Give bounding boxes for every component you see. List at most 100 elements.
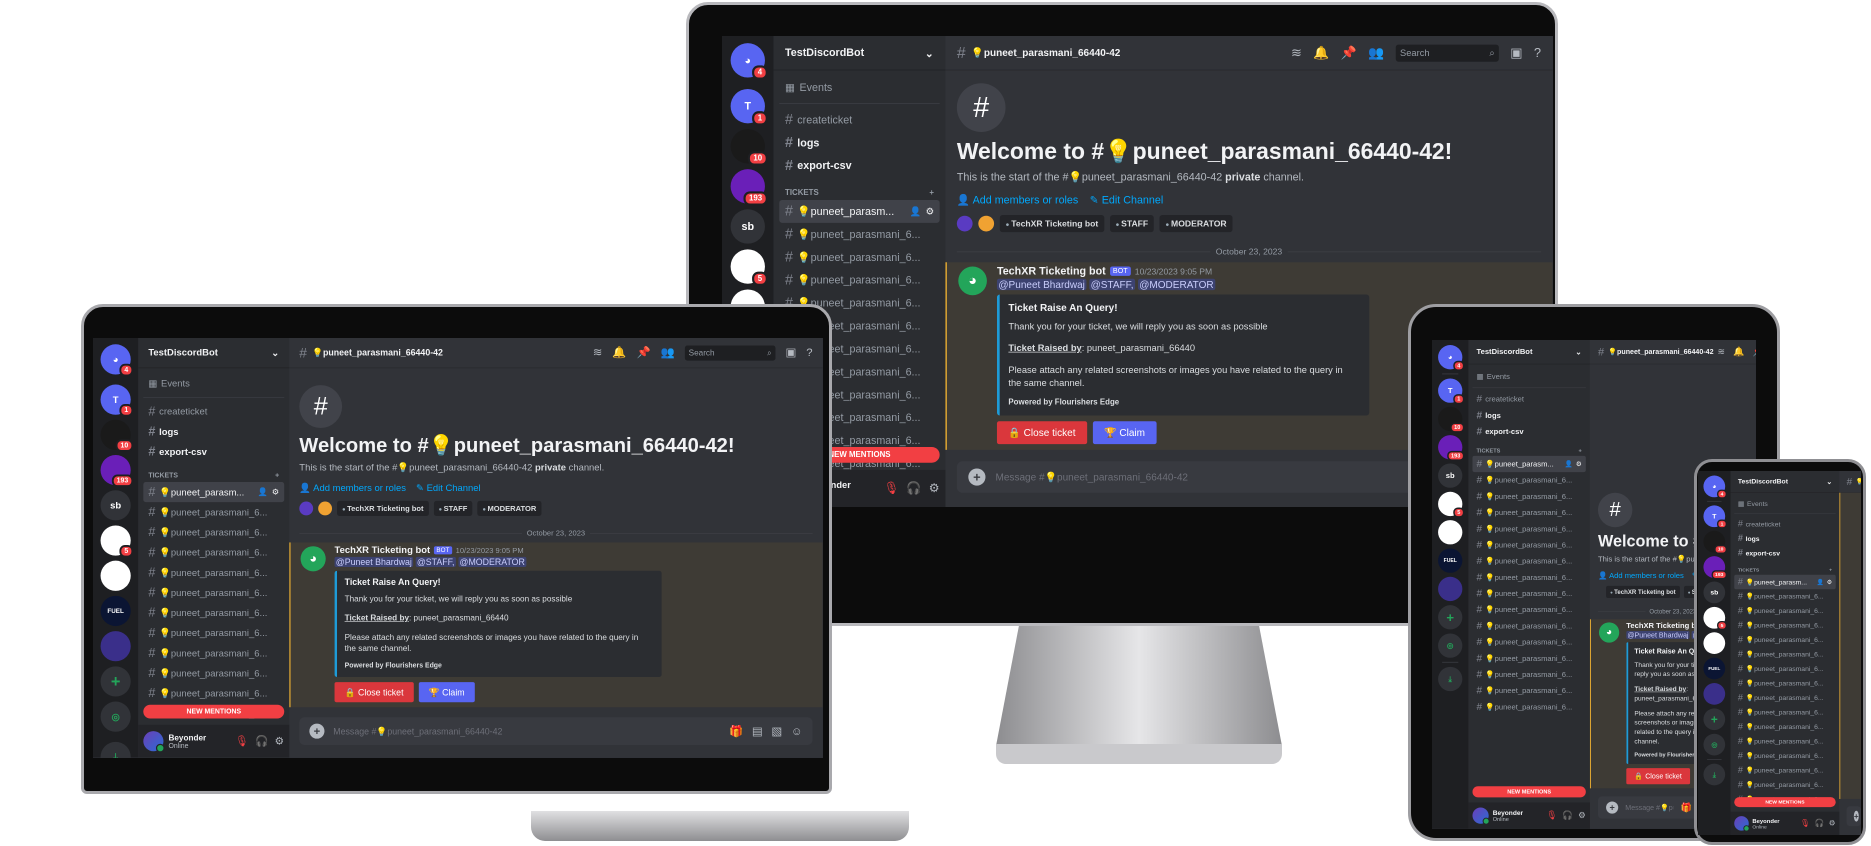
channel-createticket[interactable]: # createticket xyxy=(1472,391,1585,407)
download-icon[interactable]: ⤓ xyxy=(100,741,131,758)
mic-muted-icon[interactable]: 🎙 xyxy=(1546,811,1557,821)
search-input[interactable]: Search ⌕ xyxy=(1395,44,1499,62)
ticket-channel[interactable]: #💡puneet_parasmani_6... xyxy=(1472,521,1585,537)
ticket-channel[interactable]: #💡puneet_parasmani_6... xyxy=(143,623,284,643)
ticket-channel[interactable]: #💡puneet_parasmani_6... xyxy=(1472,650,1585,666)
threads-icon[interactable]: ≋ xyxy=(1718,347,1726,358)
ticket-channel[interactable]: #💡puneet_parasmani_6... xyxy=(1472,666,1585,682)
role-chip[interactable]: TechXR Ticketing bot xyxy=(999,215,1104,233)
bot-avatar[interactable]: ◕ xyxy=(300,546,326,572)
channel-logs[interactable]: # logs xyxy=(1734,531,1835,545)
invite-icon[interactable]: 👤 xyxy=(1817,578,1824,585)
new-mentions-button[interactable]: NEW MENTIONS xyxy=(143,704,285,719)
headphones-icon[interactable]: 🎧 xyxy=(255,735,268,748)
ticket-channel[interactable]: #💡puneet_parasmani_6... xyxy=(1734,662,1835,676)
ticket-channel[interactable]: #💡puneet_parasmani_6... xyxy=(1472,634,1585,650)
claim-button[interactable]: 🏆 Claim xyxy=(418,682,475,703)
ticket-channel[interactable]: #💡puneet_parasmani_6... xyxy=(1472,585,1585,601)
server-icon[interactable] xyxy=(100,631,131,662)
add-server-button[interactable]: + xyxy=(100,666,131,697)
ticket-channel[interactable]: #💡puneet_parasmani_6... xyxy=(1734,720,1835,734)
home-button[interactable]: ◕ 4 xyxy=(1438,345,1465,371)
server-icon[interactable]: T1 xyxy=(1438,378,1465,405)
explore-icon[interactable]: ◎ xyxy=(1703,733,1726,756)
ticket-channel[interactable]: #💡puneet_parasmani_6... xyxy=(779,246,939,269)
plus-icon[interactable]: + xyxy=(929,189,934,198)
explore-icon[interactable]: ◎ xyxy=(1438,633,1463,658)
ticket-channel[interactable]: #💡puneet_parasmani_6... xyxy=(143,563,284,583)
events-item[interactable]: ▦ Events xyxy=(779,76,939,99)
gif-icon[interactable]: ▤ xyxy=(752,725,763,738)
mention[interactable]: @STAFF, xyxy=(415,557,456,568)
ticket-channel[interactable]: #💡puneet_parasmani_6... xyxy=(1734,618,1835,632)
ticket-channel[interactable]: #💡puneet_parasmani_6... xyxy=(1472,472,1585,488)
ticket-channel[interactable]: #💡puneet_parasmani_6... xyxy=(1734,647,1835,661)
help-icon[interactable]: ? xyxy=(806,346,812,359)
ticket-channel[interactable]: #💡puneet_parasmani_6... xyxy=(143,542,284,562)
channel-export-csv[interactable]: # export-csv xyxy=(779,154,939,177)
plus-icon[interactable]: + xyxy=(1579,448,1582,454)
gear-icon[interactable]: ⚙ xyxy=(1576,460,1582,468)
role-chip[interactable]: MODERATOR xyxy=(1159,215,1233,233)
server-icon[interactable] xyxy=(100,560,131,591)
ticket-channel[interactable]: #💡puneet_parasmani_6... xyxy=(1734,734,1835,748)
new-mentions-button[interactable]: NEW MENTIONS xyxy=(1734,797,1836,808)
ticket-channel[interactable]: #💡puneet_parasmani_6... xyxy=(1472,488,1585,504)
close-ticket-button[interactable]: 🔒 Close ticket xyxy=(1626,768,1690,785)
server-icon[interactable]: 5 xyxy=(100,525,134,558)
ticket-channel[interactable]: #💡puneet_parasmani_6... xyxy=(779,223,939,246)
ticket-channel[interactable]: #💡puneet_parasmani_6... xyxy=(1472,537,1585,553)
help-icon[interactable]: ? xyxy=(1534,45,1541,60)
mic-muted-icon[interactable]: 🎙 xyxy=(235,735,249,748)
new-mentions-button[interactable]: NEW MENTIONS xyxy=(1472,786,1586,798)
ticket-channel[interactable]: #💡puneet_parasmani_6... xyxy=(1472,618,1585,634)
ticket-channel[interactable]: # 💡puneet_parasm... 👤 ⚙ xyxy=(1472,455,1586,473)
bell-icon[interactable]: 🔔 xyxy=(1733,347,1744,358)
message-input[interactable]: Message #💡puneet_parasmani_66440-42 xyxy=(1625,803,1673,812)
plus-icon[interactable]: + xyxy=(968,468,986,486)
server-icon[interactable]: FUEL xyxy=(1438,548,1463,573)
server-icon[interactable]: FUEL xyxy=(1703,657,1726,680)
mention[interactable]: @MODERATOR xyxy=(458,557,527,568)
channel-createticket[interactable]: # createticket xyxy=(1734,517,1835,531)
gear-icon[interactable]: ⚙ xyxy=(275,735,285,748)
server-icon[interactable] xyxy=(1438,576,1463,602)
server-icon[interactable]: 5 xyxy=(1703,606,1727,631)
events-item[interactable]: ▦ Events xyxy=(143,373,284,393)
channel-logs[interactable]: # logs xyxy=(143,422,284,442)
server-icon[interactable]: sb xyxy=(1438,463,1463,488)
add-members-button[interactable]: 👤 Add members or roles xyxy=(299,482,406,494)
server-icon[interactable]: 10 xyxy=(100,419,134,452)
bot-avatar[interactable]: ◕ xyxy=(958,266,987,296)
server-icon[interactable]: sb xyxy=(100,490,131,521)
server-icon[interactable]: 5 xyxy=(1438,491,1465,518)
headphones-icon[interactable]: 🎧 xyxy=(906,481,921,495)
close-ticket-button[interactable]: 🔒 Close ticket xyxy=(334,682,414,703)
plus-icon[interactable]: + xyxy=(1829,567,1832,572)
category-tickets[interactable]: TICKETS + xyxy=(779,177,939,200)
inbox-icon[interactable]: ▣ xyxy=(1510,45,1522,60)
server-icon[interactable]: FUEL xyxy=(100,595,131,627)
ticket-channel[interactable]: #💡puneet_parasmani_6... xyxy=(1472,553,1585,569)
ticket-channel[interactable]: #💡puneet_parasmani_6... xyxy=(1734,604,1835,618)
channel-export-csv[interactable]: # export-csv xyxy=(1472,423,1585,439)
gear-icon[interactable]: ⚙ xyxy=(926,206,934,217)
ticket-channel[interactable]: # 💡puneet_parasm... 👤 ⚙ xyxy=(1734,574,1836,590)
gift-icon[interactable]: 🎁 xyxy=(729,725,743,738)
ticket-channel[interactable]: #💡puneet_parasmani_6... xyxy=(143,583,284,603)
avatar[interactable] xyxy=(143,731,165,753)
server-icon[interactable]: 5 xyxy=(730,249,768,286)
ticket-channel[interactable]: # 💡puneet_parasm... 👤 ⚙ xyxy=(143,482,285,503)
server-icon[interactable]: 10 xyxy=(730,129,768,166)
invite-icon[interactable]: 👤 xyxy=(1565,460,1573,468)
role-chip[interactable]: TechXR Ticketing bot xyxy=(337,501,429,517)
sticker-icon[interactable]: ▧ xyxy=(771,725,782,738)
ticket-channel[interactable]: #💡puneet_parasmani_6... xyxy=(1734,749,1835,763)
category-tickets[interactable]: TICKETS + xyxy=(1472,440,1585,456)
ticket-channel[interactable]: #💡puneet_parasmani_6... xyxy=(1472,699,1585,715)
role-chip[interactable]: STAFF xyxy=(1109,215,1154,233)
server-icon[interactable]: sb xyxy=(1703,581,1726,604)
server-header[interactable]: TestDiscordBot ⌄ xyxy=(138,338,290,369)
members-icon[interactable]: 👥 xyxy=(1368,45,1384,60)
mention[interactable]: @Puneet Bhardwaj xyxy=(996,278,1087,291)
